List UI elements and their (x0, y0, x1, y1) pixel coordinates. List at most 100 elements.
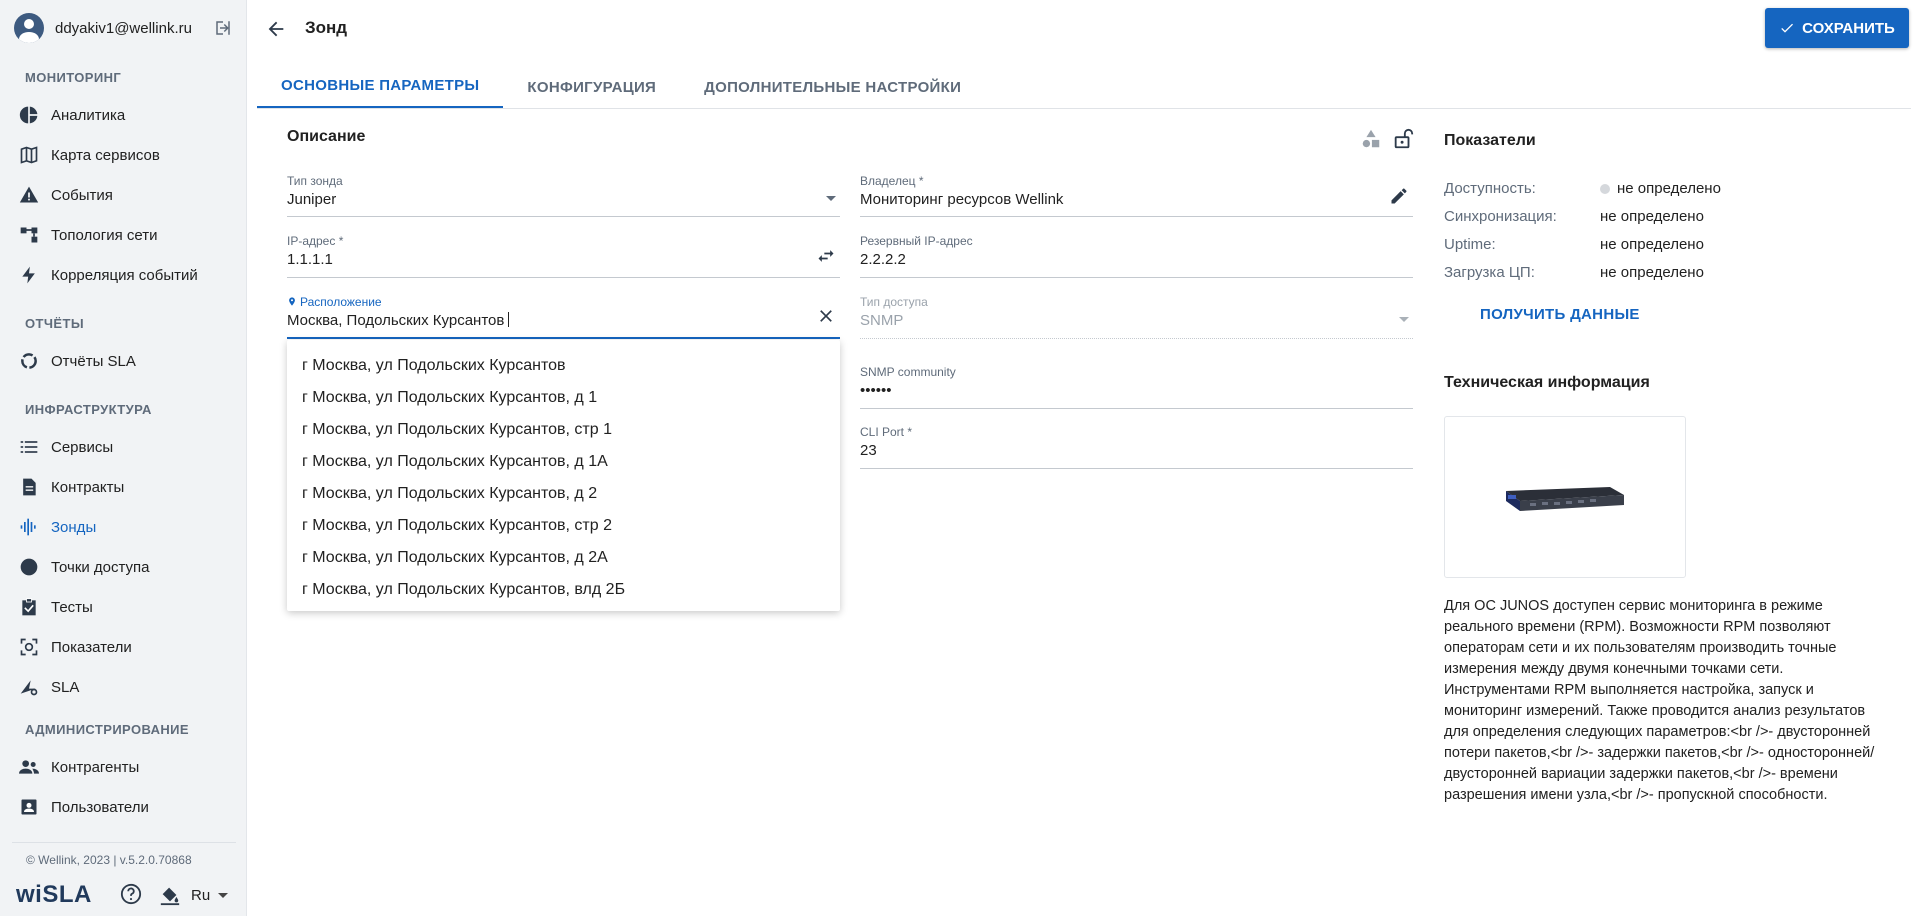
close-icon[interactable] (816, 306, 836, 326)
language-label: Ru (191, 887, 211, 904)
pie-chart-icon (18, 104, 40, 126)
chevron-down-icon (1399, 317, 1409, 322)
ip-address-field[interactable]: IP-адрес * 1.1.1.1 (287, 234, 840, 278)
logout-icon[interactable] (214, 19, 232, 37)
description-actions (1350, 128, 1414, 150)
sidebar-item-tests[interactable]: Тесты (18, 591, 238, 623)
tabs-divider (257, 108, 1911, 109)
location-pin-icon (289, 297, 295, 306)
sidebar-item-counterparties[interactable]: Контрагенты (18, 751, 238, 783)
sidebar-item-label: Отчёты SLA (51, 352, 136, 370)
back-arrow-icon[interactable] (265, 18, 287, 40)
text-cursor (508, 312, 510, 327)
sidebar-item-topology[interactable]: Топология сети (18, 219, 238, 251)
sidebar-item-events[interactable]: События (18, 179, 238, 211)
save-button[interactable]: СОХРАНИТЬ (1765, 8, 1909, 48)
group-icon (18, 756, 40, 778)
sidebar-item-label: Контрагенты (51, 758, 140, 776)
edit-pencil-icon[interactable] (1389, 186, 1409, 206)
sidebar-item-label: Карта сервисов (51, 146, 160, 164)
section-monitoring: МОНИТОРИНГ (25, 70, 122, 85)
tab-main-params[interactable]: ОСНОВНЫЕ ПАРАМЕТРЫ (257, 65, 504, 109)
sync-label: Синхронизация: (1444, 208, 1557, 225)
check-icon (1781, 23, 1794, 33)
owner-label: Владелец * (860, 174, 924, 188)
sidebar-item-correlation[interactable]: Корреляция событий (18, 259, 238, 291)
snmp-community-label: SNMP community (860, 365, 956, 379)
access-type-label: Тип доступа (860, 295, 928, 309)
suggestion-item[interactable]: г Москва, ул Подольских Курсантов, влд 2… (287, 574, 840, 606)
status-dot (1600, 183, 1610, 194)
map-icon (18, 144, 40, 166)
tab-bar: ОСНОВНЫЕ ПАРАМЕТРЫ КОНФИГУРАЦИЯ ДОПОЛНИТ… (257, 65, 985, 109)
sidebar-item-sla[interactable]: SLA (18, 671, 238, 703)
section-administration: АДМИНИСТРИРОВАНИЕ (25, 722, 189, 737)
section-reports: ОТЧЁТЫ (25, 316, 84, 331)
shapes-icon[interactable] (1360, 128, 1382, 150)
cpu-label: Загрузка ЦП: (1444, 264, 1535, 281)
location-value-text: Москва, Подольских Курсантов (287, 312, 505, 329)
sidebar-item-label: Сервисы (51, 438, 114, 456)
ip-address-label: IP-адрес * (287, 234, 344, 248)
sidebar-item-service-map[interactable]: Карта сервисов (18, 139, 238, 171)
sidebar-item-metrics[interactable]: Показатели (18, 631, 238, 663)
location-label-text: Расположение (300, 295, 382, 309)
sidebar-item-sla-reports[interactable]: Отчёты SLA (18, 345, 238, 377)
sidebar-item-probes[interactable]: Зонды (18, 511, 238, 543)
location-suggestions: г Москва, ул Подольских Курсантов г Моск… (287, 340, 840, 611)
access-type-select: Тип доступа SNMP (860, 295, 1413, 339)
language-select[interactable]: Ru (191, 887, 229, 904)
suggestion-item[interactable]: г Москва, ул Подольских Курсантов, д 1А (287, 446, 840, 478)
backup-ip-field[interactable]: Резервный IP-адрес 2.2.2.2 (860, 234, 1413, 278)
cli-port-label: CLI Port * (860, 425, 913, 439)
bolt-icon (18, 264, 40, 286)
tech-info-title: Техническая информация (1444, 374, 1650, 391)
sidebar-item-label: Контракты (51, 478, 125, 496)
sidebar-item-analytics[interactable]: Аналитика (18, 99, 238, 131)
sidebar-item-users[interactable]: Пользователи (18, 791, 238, 823)
save-button-label: СОХРАНИТЬ (1802, 19, 1895, 37)
suggestion-item[interactable]: г Москва, ул Подольских Курсантов, д 2 (287, 478, 840, 510)
suggestion-item[interactable]: г Москва, ул Подольских Курсантов, д 2А (287, 542, 840, 574)
sidebar-item-label: Топология сети (51, 226, 158, 244)
paint-bucket-icon[interactable] (159, 884, 181, 906)
location-value: Москва, Подольских Курсантов (287, 312, 510, 329)
tech-description: Для ОС JUNOS доступен сервис мониторинга… (1444, 598, 1875, 803)
probe-type-select[interactable]: Тип зонда Juniper (287, 174, 840, 217)
location-label: Расположение (287, 295, 382, 309)
avatar[interactable] (14, 13, 44, 43)
sidebar-item-access-points[interactable]: Точки доступа (18, 551, 238, 583)
suggestion-item[interactable]: г Москва, ул Подольских Курсантов (287, 350, 840, 382)
suggestion-item[interactable]: г Москва, ул Подольских Курсантов, д 1 (287, 382, 840, 414)
ip-address-value: 1.1.1.1 (287, 251, 333, 268)
section-infrastructure: ИНФРАСТРУКТУРА (25, 402, 152, 417)
tab-configuration[interactable]: КОНФИГУРАЦИЯ (503, 65, 680, 109)
soundwave-icon (18, 516, 40, 538)
location-input[interactable]: Расположение Москва, Подольских Курсанто… (287, 295, 840, 339)
suggestion-item[interactable]: г Москва, ул Подольских Курсантов, стр 1 (287, 414, 840, 446)
backup-ip-label: Резервный IP-адрес (860, 234, 973, 248)
unlock-icon[interactable] (1392, 128, 1414, 150)
tab-extra-settings[interactable]: ДОПОЛНИТЕЛЬНЫЕ НАСТРОЙКИ (680, 65, 985, 109)
copyright: © Wellink, 2023 | v.5.2.0.70868 (26, 853, 192, 867)
help-icon[interactable] (120, 883, 142, 905)
owner-field[interactable]: Владелец * Мониторинг ресурсов Wellink (860, 174, 1413, 217)
suggestion-item[interactable]: г Москва, ул Подольских Курсантов, стр 2 (287, 510, 840, 542)
sidebar-item-label: SLA (51, 678, 80, 696)
sidebar-item-services[interactable]: Сервисы (18, 431, 238, 463)
uptime-value: не определено (1600, 236, 1704, 253)
cli-port-field[interactable]: CLI Port * 23 (860, 425, 1413, 469)
get-data-button[interactable]: ПОЛУЧИТЬ ДАННЫЕ (1480, 306, 1640, 323)
availability-value: не определено (1600, 180, 1721, 197)
circle-icon (18, 556, 40, 578)
sidebar-item-contracts[interactable]: Контракты (18, 471, 238, 503)
swap-icon[interactable] (816, 246, 836, 266)
chevron-down-icon (826, 196, 836, 201)
availability-value-text: не определено (1617, 180, 1721, 197)
sidebar: ddyakiv1@wellink.ru МОНИТОРИНГ Аналитика… (0, 0, 247, 916)
sidebar-item-label: События (51, 186, 113, 204)
snmp-community-value: •••••• (860, 382, 892, 399)
cli-port-value: 23 (860, 442, 877, 459)
access-type-value: SNMP (860, 312, 904, 329)
snmp-community-field[interactable]: SNMP community •••••• (860, 365, 1413, 409)
